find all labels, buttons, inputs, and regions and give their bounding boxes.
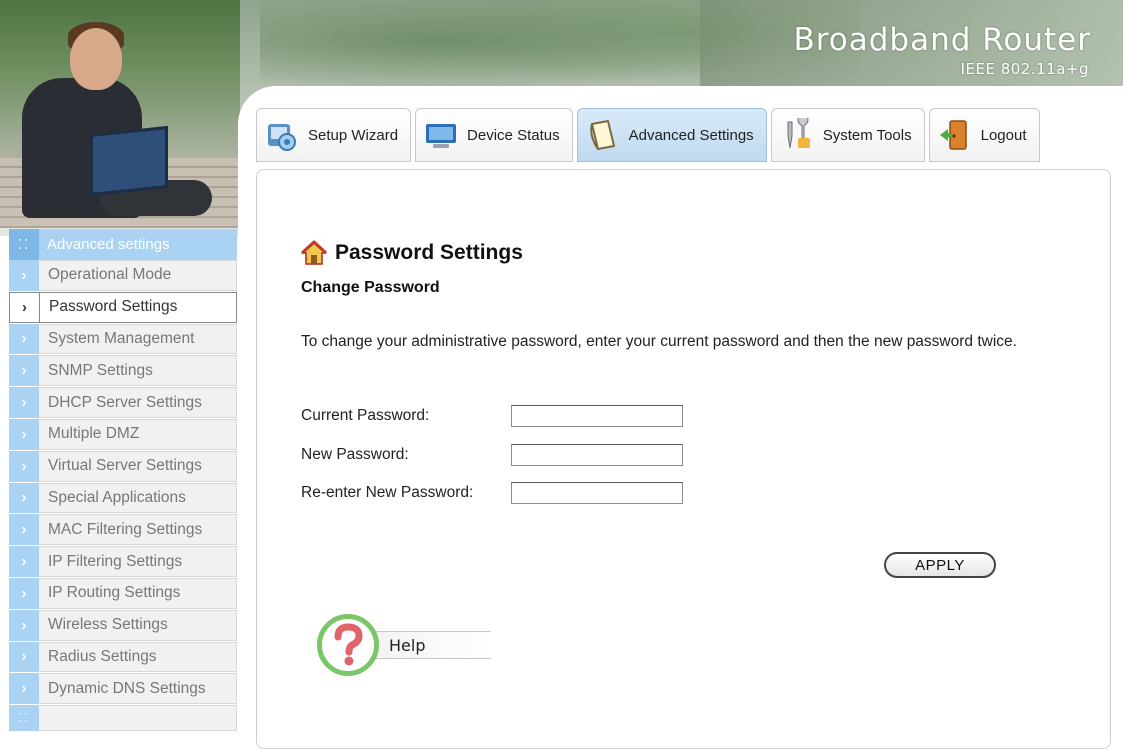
sidebar-title: Advanced settings [47,236,170,253]
tab-label: System Tools [822,126,912,144]
help-label: Help [371,631,491,659]
tab-advanced-settings[interactable]: Advanced Settings [576,108,767,162]
sidebar-item-dynamic-dns-settings[interactable]: › Dynamic DNS Settings [9,673,237,706]
reenter-password-row: Re-enter New Password: [301,482,683,504]
sidebar-item-label: Operational Mode [39,260,237,291]
sidebar-item-label: Virtual Server Settings [39,450,237,482]
sidebar-item-password-settings[interactable]: › Password Settings [9,291,237,324]
apply-button[interactable]: APPLY [884,552,996,578]
chevron-right-icon: › [9,546,39,577]
sidebar-item-radius-settings[interactable]: › Radius Settings [9,641,237,674]
device-status-icon [426,124,457,148]
logout-icon [939,120,967,150]
chevron-right-icon: › [9,482,39,514]
tab-logout[interactable]: Logout [928,108,1040,162]
sidebar-footer: ⁚⁚ [9,705,237,732]
advanced-settings-icon [589,120,615,150]
new-password-row: New Password: [301,444,683,466]
chevron-right-icon: › [9,514,39,546]
chevron-right-icon: › [9,387,39,418]
chevron-right-icon: › [9,450,39,482]
chevron-right-icon: › [9,355,39,387]
current-password-input[interactable] [511,405,683,427]
chevron-right-icon: › [9,291,39,323]
sidebar-item-virtual-server-settings[interactable]: › Virtual Server Settings [9,450,237,483]
reenter-password-input[interactable] [511,482,683,504]
sidebar-item-label: IP Routing Settings [39,577,237,609]
chevron-right-icon: › [9,641,39,673]
sidebar-item-snmp-settings[interactable]: › SNMP Settings [9,355,237,388]
sidebar-item-label: System Management [39,323,237,355]
sidebar-item-dhcp-server-settings[interactable]: › DHCP Server Settings [9,387,237,419]
sidebar-item-wireless-settings[interactable]: › Wireless Settings [9,609,237,642]
setup-wizard-icon [268,124,296,151]
header-photo [0,0,240,228]
dots-icon: ⁚⁚ [9,705,39,732]
sidebar-item-system-management[interactable]: › System Management [9,323,237,356]
sidebar-item-label: SNMP Settings [39,355,237,387]
reenter-password-label: Re-enter New Password: [301,484,474,501]
current-password-row: Current Password: [301,405,683,427]
tab-label: Device Status [467,126,560,144]
system-tools-icon [787,118,810,149]
chevron-right-icon: › [9,418,39,450]
tab-device-status[interactable]: Device Status [415,108,573,162]
brand-title: Broadband Router [793,22,1091,58]
chevron-right-icon: › [9,577,39,609]
sidebar-item-ip-routing-settings[interactable]: › IP Routing Settings [9,577,237,610]
sidebar-item-label: Special Applications [39,482,237,514]
new-password-label: New Password: [301,446,409,463]
chevron-right-icon: › [9,260,39,291]
sidebar-item-label: Password Settings [39,291,237,323]
sidebar-item-label: Multiple DMZ [39,418,237,450]
page-title: Password Settings [301,240,523,266]
sidebar-item-label: Dynamic DNS Settings [39,673,237,705]
chevron-right-icon: › [9,609,39,641]
sidebar: ⁚⁚ Advanced settings › Operational Mode … [9,229,237,732]
sidebar-header: ⁚⁚ Advanced settings [9,229,237,260]
chevron-right-icon: › [9,323,39,355]
description-text: To change your administrative password, … [301,333,1017,350]
new-password-input[interactable] [511,444,683,466]
sidebar-item-label: MAC Filtering Settings [39,514,237,546]
tab-label: Logout [980,126,1027,144]
content-panel: Password Settings Change Password To cha… [256,169,1111,749]
sidebar-item-label: IP Filtering Settings [39,546,237,577]
tab-label: Setup Wizard [308,126,399,144]
dots-icon: ⁚⁚ [9,229,39,260]
tab-system-tools[interactable]: System Tools [770,108,925,162]
sidebar-item-mac-filtering-settings[interactable]: › MAC Filtering Settings [9,514,237,547]
tab-label: Advanced Settings [628,126,754,144]
page-title-text: Password Settings [335,241,523,264]
help-button[interactable]: Help [317,614,491,676]
sidebar-item-label: Wireless Settings [39,609,237,641]
sidebar-item-ip-filtering-settings[interactable]: › IP Filtering Settings [9,546,237,578]
sidebar-item-label: Radius Settings [39,641,237,673]
sidebar-item-operational-mode[interactable]: › Operational Mode [9,260,237,292]
brand-subtitle: IEEE 802.11a+g [960,60,1089,78]
current-password-label: Current Password: [301,407,430,424]
help-icon [317,614,379,676]
section-title: Change Password [301,279,440,296]
chevron-right-icon: › [9,673,39,705]
sidebar-item-special-applications[interactable]: › Special Applications [9,482,237,515]
main-tabs: Setup Wizard Device Status Advanced Sett… [256,108,1040,162]
tab-setup-wizard[interactable]: Setup Wizard [256,108,412,162]
home-icon [301,240,327,265]
sidebar-item-multiple-dmz[interactable]: › Multiple DMZ [9,418,237,451]
sidebar-item-label: DHCP Server Settings [39,387,237,418]
